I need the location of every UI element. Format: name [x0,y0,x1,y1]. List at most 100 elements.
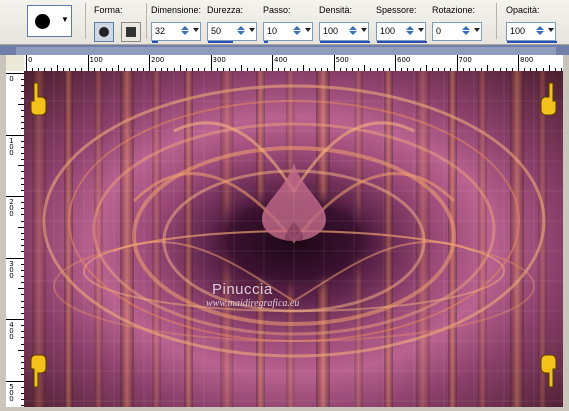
canvas-artwork [24,71,563,407]
ruler-label: 400 [274,56,288,64]
ruler-label: 800 [520,56,534,64]
thickness-slider-indicator [377,41,427,43]
ruler-label: 500 [9,382,14,403]
ruler-tick [6,196,24,197]
ruler-tick [149,55,150,71]
size-group: Dimensione: 32 [151,5,206,43]
dropdown-arrow-icon[interactable] [193,28,199,32]
opacity-group: Opacità: 100 [506,5,561,43]
brush-preset-picker[interactable]: ▼ [27,5,72,37]
ruler-tick [6,380,24,382]
spin-arrows-icon[interactable] [404,25,415,38]
ruler-label: 0 [9,75,14,83]
watermark: Pinuccia www.maidiregrafica.eu [206,281,299,309]
dropdown-arrow-icon[interactable] [474,28,480,32]
dropdown-arrow-icon[interactable] [418,28,424,32]
ruler-label: 100 [9,136,14,157]
ruler-label: 0 [28,56,33,64]
opacity-stepper[interactable]: 100 [506,22,557,43]
thickness-value: 100 [380,26,396,36]
thickness-group: Spessore: 100 [376,5,431,43]
density-stepper[interactable]: 100 [319,22,370,43]
ruler-label: 100 [89,56,103,64]
hardness-slider-indicator [208,41,233,43]
vertical-ruler[interactable]: 0 100 200 300 400 500 [6,71,25,407]
spin-arrows-icon[interactable] [347,25,358,38]
hardness-value: 50 [211,26,222,36]
rotation-group: Rotazione: 0 [432,5,487,41]
ruler-label: 500 [335,56,349,64]
density-value: 100 [323,26,339,36]
spin-arrows-icon[interactable] [460,25,471,38]
density-slider-indicator [320,41,370,43]
hardness-stepper[interactable]: 50 [207,22,257,43]
step-label: Passo: [263,5,291,15]
opacity-label: Opacità: [506,5,540,15]
toolbar-separator [496,3,497,39]
ruler-tick [456,55,458,71]
density-label: Densità: [319,5,353,15]
spin-arrows-icon[interactable] [179,25,190,38]
rotation-stepper[interactable]: 0 [432,22,482,41]
spin-arrows-icon[interactable] [291,25,302,38]
window-frame-right [563,55,569,411]
horizontal-ruler[interactable]: 0 100 200 300 400 500 600 700 800 [24,55,563,72]
pointing-hand-up-icon [540,82,557,116]
spin-arrows-icon[interactable] [534,25,545,38]
hardness-label: Durezza: [207,5,244,15]
ruler-tick [6,257,24,259]
toolbar-separator [85,3,86,39]
rotation-value: 0 [436,26,442,36]
step-value: 10 [267,26,278,36]
step-stepper[interactable]: 10 [263,22,313,43]
ruler-tick [6,319,24,320]
dropdown-arrow-icon[interactable] [249,28,255,32]
square-brush-icon [126,27,136,37]
toolbar-separator [146,3,147,39]
ruler-label: 300 [212,56,226,64]
opacity-value: 100 [510,26,526,36]
ruler-tick [395,55,396,71]
document-tab[interactable] [16,47,556,55]
ruler-tick [6,134,24,136]
image-canvas[interactable]: Pinuccia www.maidiregrafica.eu [24,71,563,407]
ruler-tick [333,55,335,71]
ruler-tick [6,73,24,74]
thickness-label: Spessore: [376,5,417,15]
size-stepper[interactable]: 32 [151,22,201,43]
ruler-label: 400 [9,321,14,341]
ruler-tick [518,55,519,71]
step-slider-indicator [264,41,268,43]
ruler-label: 700 [458,56,472,64]
spin-arrows-icon[interactable] [235,25,246,38]
dropdown-arrow-icon[interactable] [361,28,367,32]
square-shape-button[interactable] [121,22,141,42]
pointing-hand-up-icon [30,82,47,116]
hardness-group: Durezza: 50 [207,5,262,43]
chevron-down-icon: ▼ [61,15,69,24]
thickness-stepper[interactable]: 100 [376,22,427,43]
ruler-corner[interactable] [6,55,25,72]
size-value: 32 [155,26,166,36]
step-group: Passo: 10 [263,5,318,43]
ruler-label: 600 [397,56,411,64]
dropdown-arrow-icon[interactable] [305,28,311,32]
brush-preview-icon [35,14,50,29]
size-slider-indicator [152,41,158,43]
shape-group: Forma: [94,5,144,42]
ruler-label: 200 [151,56,165,64]
ruler-tick [210,55,212,71]
pointing-hand-down-icon [30,354,47,388]
window-frame-bottom [0,407,569,411]
pointing-hand-down-icon [540,354,557,388]
ruler-label: 200 [9,198,14,218]
ruler-label: 300 [9,259,14,280]
shape-label: Forma: [94,5,123,15]
density-group: Densità: 100 [319,5,374,43]
round-shape-button[interactable] [94,22,114,42]
rotation-label: Rotazione: [432,5,476,15]
ruler-tick [272,55,273,71]
ruler-tick [87,55,89,71]
document-title-bar[interactable] [0,45,569,55]
dropdown-arrow-icon[interactable] [548,28,554,32]
